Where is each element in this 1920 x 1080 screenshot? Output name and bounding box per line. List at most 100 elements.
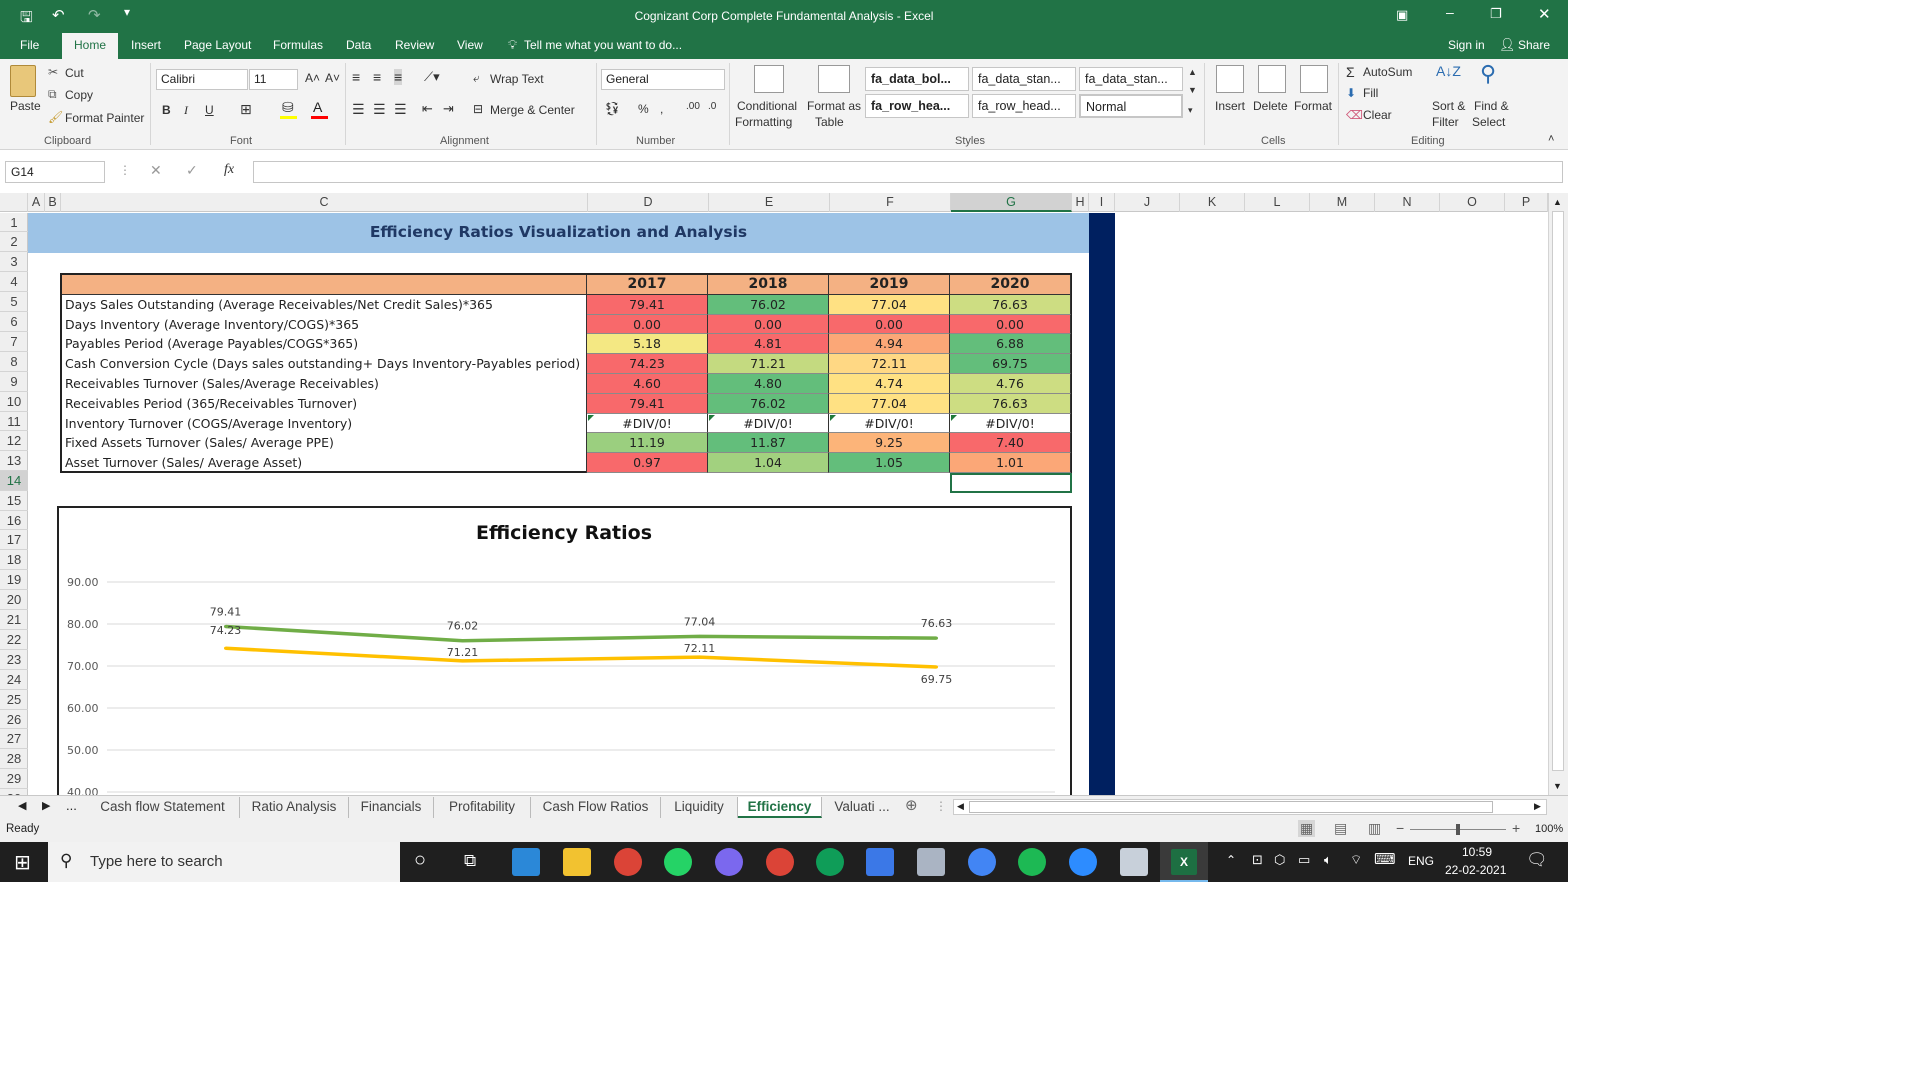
- row-header[interactable]: 20: [0, 590, 28, 610]
- paste-icon[interactable]: [10, 65, 36, 97]
- page-layout-view-icon[interactable]: ▤: [1334, 820, 1347, 837]
- fill-color-icon[interactable]: ⛁: [282, 99, 294, 116]
- zoom-in-icon[interactable]: +: [1512, 820, 1520, 836]
- hscroll-right-icon[interactable]: ▶: [1534, 801, 1541, 812]
- clock-date[interactable]: 22-02-2021: [1445, 863, 1506, 877]
- scroll-tabs-right-icon[interactable]: ▶: [42, 799, 50, 812]
- font-size-box[interactable]: 11: [249, 69, 298, 90]
- whatsapp-icon[interactable]: [664, 848, 692, 876]
- row-header[interactable]: 15: [0, 491, 28, 511]
- scroll-tabs-left-icon[interactable]: ◀: [18, 799, 26, 812]
- ratio-value[interactable]: #DIV/0!: [829, 413, 950, 434]
- year-header[interactable]: 2019: [829, 275, 950, 295]
- find-select-icon[interactable]: ⚲: [1480, 61, 1496, 87]
- top-align-icon[interactable]: ≡: [352, 69, 360, 85]
- ratio-label[interactable]: Asset Turnover (Sales/ Average Asset): [62, 453, 587, 473]
- align-right-icon[interactable]: ☰: [394, 101, 407, 118]
- clear-button[interactable]: Clear: [1363, 108, 1392, 122]
- wrap-text-button[interactable]: Wrap Text: [490, 72, 544, 86]
- tab-file[interactable]: File: [20, 38, 39, 52]
- row-header[interactable]: 11: [0, 412, 28, 431]
- mail-icon[interactable]: [512, 848, 540, 876]
- column-header[interactable]: H: [1072, 193, 1089, 212]
- chrome-profile-icon[interactable]: [968, 848, 996, 876]
- ribbon-display-options-icon[interactable]: ▣: [1396, 7, 1408, 23]
- styles-scroll-down-icon[interactable]: ▼: [1188, 85, 1197, 95]
- orientation-icon[interactable]: ⟋▾: [424, 69, 440, 85]
- normal-view-icon[interactable]: ▦: [1298, 820, 1316, 837]
- row-header[interactable]: 21: [0, 610, 28, 630]
- conditional-formatting-label-2[interactable]: Formatting: [735, 115, 792, 129]
- sheet-tab[interactable]: Cash Flow Ratios: [531, 797, 661, 818]
- row-header[interactable]: 4: [0, 272, 28, 292]
- sheet-tab-active[interactable]: Efficiency: [738, 797, 822, 818]
- notifications-icon[interactable]: 🗨︎: [1526, 850, 1548, 870]
- dropbox-icon[interactable]: ⬡: [1274, 852, 1285, 868]
- ratio-label[interactable]: Fixed Assets Turnover (Sales/ Average PP…: [62, 433, 587, 454]
- ratio-value[interactable]: #DIV/0!: [708, 413, 829, 434]
- ratio-value[interactable]: 4.80: [708, 374, 829, 394]
- decrease-decimal-icon[interactable]: .0: [708, 101, 716, 112]
- bold-button[interactable]: B: [162, 103, 171, 117]
- row-header[interactable]: 17: [0, 530, 28, 550]
- sheet-tab[interactable]: Profitability: [434, 797, 531, 818]
- align-center-icon[interactable]: ☰: [373, 101, 386, 118]
- tray-icon[interactable]: ⊡: [1252, 852, 1263, 868]
- minimize-icon[interactable]: –: [1446, 4, 1454, 20]
- ratio-value[interactable]: 79.41: [587, 393, 708, 414]
- format-as-table-icon[interactable]: [818, 65, 850, 93]
- error-indicator-icon[interactable]: [588, 414, 594, 421]
- decrease-indent-icon[interactable]: ⇤: [422, 101, 433, 117]
- ratio-value[interactable]: 71.21: [708, 354, 829, 374]
- column-header[interactable]: B: [45, 193, 61, 212]
- new-sheet-icon[interactable]: ⊕: [905, 796, 918, 814]
- ratio-value[interactable]: 0.00: [708, 314, 829, 335]
- style-fa-row-header-bold[interactable]: fa_row_hea...: [865, 94, 969, 118]
- name-box[interactable]: G14: [5, 161, 105, 183]
- style-fa-data-standard-1[interactable]: fa_data_stan...: [972, 67, 1076, 91]
- sort-filter-label-1[interactable]: Sort &: [1432, 99, 1465, 113]
- hscroll-left-icon[interactable]: ◀: [957, 801, 964, 812]
- row-header[interactable]: 29: [0, 769, 28, 789]
- row-header[interactable]: 24: [0, 670, 28, 690]
- ratio-value[interactable]: #DIV/0!: [950, 413, 1071, 434]
- ratio-value[interactable]: 76.63: [950, 294, 1071, 315]
- selected-cell-g14[interactable]: [950, 473, 1072, 493]
- language-indicator[interactable]: ENG: [1408, 854, 1434, 868]
- delete-button[interactable]: Delete: [1253, 99, 1288, 113]
- chrome-icon[interactable]: [614, 848, 642, 876]
- sign-in-link[interactable]: Sign in: [1448, 38, 1485, 52]
- ratio-value[interactable]: #DIV/0!: [587, 413, 708, 434]
- number-format-box[interactable]: General: [601, 69, 725, 90]
- ratio-value[interactable]: 72.11: [829, 354, 950, 374]
- ratio-label[interactable]: Receivables Turnover (Sales/Average Rece…: [62, 374, 587, 394]
- year-header[interactable]: 2017: [587, 275, 708, 295]
- zoom-app-icon[interactable]: [1069, 848, 1097, 876]
- scroll-down-icon[interactable]: ▼: [1553, 781, 1562, 791]
- battery-icon[interactable]: ▭: [1298, 852, 1310, 868]
- zoom-out-icon[interactable]: −: [1396, 820, 1404, 836]
- year-header[interactable]: 2018: [708, 275, 829, 295]
- chart-container[interactable]: Efficiency Ratios 90.00 80.00 70.00 60.00 50.…: [57, 506, 1072, 795]
- ratio-value[interactable]: 76.63: [950, 393, 1071, 414]
- row-header[interactable]: 2: [0, 232, 28, 252]
- row-header[interactable]: 26: [0, 710, 28, 729]
- column-header[interactable]: A: [28, 193, 45, 212]
- ratio-value[interactable]: 77.04: [829, 393, 950, 414]
- spotify-icon[interactable]: [1018, 848, 1046, 876]
- tab-view[interactable]: View: [457, 38, 483, 52]
- tab-formulas[interactable]: Formulas: [273, 38, 323, 52]
- horizontal-scrollbar[interactable]: ◀ ▶: [953, 799, 1547, 815]
- close-icon[interactable]: ✕: [1538, 5, 1551, 23]
- row-header[interactable]: 5: [0, 292, 28, 312]
- row-header[interactable]: 8: [0, 352, 28, 372]
- grow-font-icon[interactable]: A˄: [305, 71, 320, 85]
- column-header[interactable]: M: [1310, 193, 1375, 212]
- row-header[interactable]: 10: [0, 392, 28, 412]
- ratio-value[interactable]: 4.74: [829, 374, 950, 394]
- collapse-ribbon-icon[interactable]: ˄: [1548, 133, 1554, 145]
- cancel-entry-icon[interactable]: ✕: [150, 162, 162, 179]
- ratio-value[interactable]: 1.05: [829, 453, 950, 473]
- style-normal[interactable]: Normal: [1079, 94, 1183, 118]
- cut-button[interactable]: Cut: [65, 66, 84, 80]
